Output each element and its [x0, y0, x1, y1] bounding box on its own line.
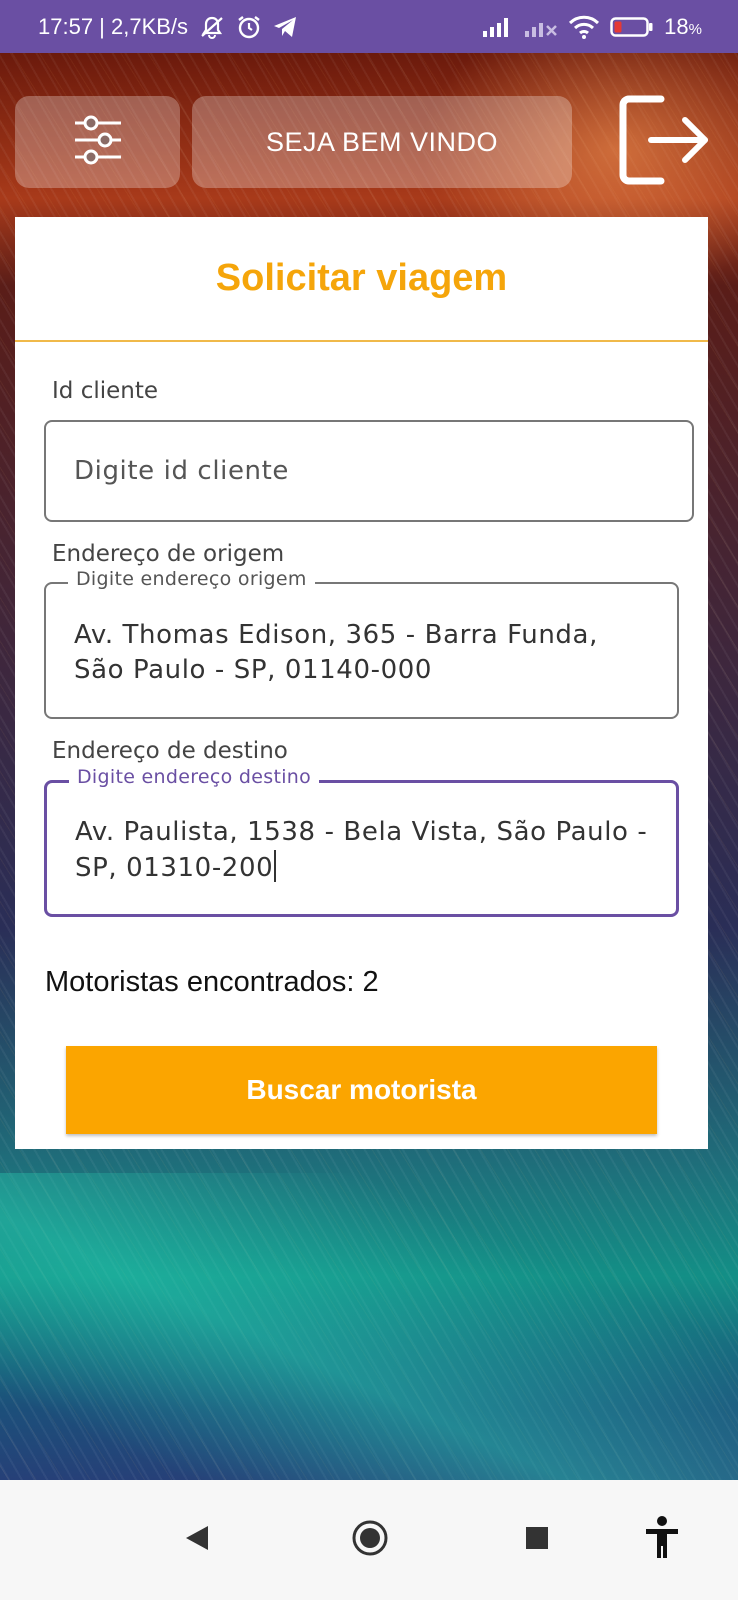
home-button[interactable] [340, 1480, 400, 1600]
filter-menu-button[interactable] [15, 96, 180, 188]
recents-icon [524, 1525, 550, 1555]
welcome-label: SEJA BEM VINDO [265, 126, 499, 157]
welcome-banner: SEJA BEM VINDO [192, 96, 572, 188]
alarm-icon [236, 14, 262, 40]
search-driver-button[interactable]: Buscar motorista [66, 1046, 657, 1134]
status-right: 18% [482, 14, 702, 40]
battery-low-icon [610, 16, 654, 38]
search-driver-label: Buscar motorista [246, 1074, 477, 1105]
logout-button[interactable] [616, 94, 714, 190]
sliders-icon [71, 115, 125, 169]
wifi-icon [568, 15, 600, 39]
origin-label: Endereço de origem [52, 541, 285, 567]
destination-floating-label: Digite endereço destino [69, 766, 320, 788]
client-id-label: Id cliente [52, 378, 159, 404]
battery-percent: 18% [664, 14, 702, 40]
destination-address-text: Av. Paulista, 1538 - Bela Vista, São Pau… [75, 815, 652, 886]
accessibility-button[interactable] [635, 1480, 689, 1600]
background-glow-bottom [0, 1173, 738, 1510]
status-left: 17:57 | 2,7KB/s [38, 14, 298, 40]
destination-address-input[interactable]: Digite endereço destino Av. Paulista, 15… [44, 766, 679, 917]
signal-icon [482, 16, 514, 38]
accessibility-icon [644, 1516, 680, 1564]
telegram-icon [272, 15, 298, 39]
battery-unit: % [688, 20, 702, 38]
back-icon [184, 1524, 210, 1556]
origin-address-value: Av. Thomas Edison, 365 - Barra Funda, Sã… [74, 620, 598, 685]
signal-nosim-icon [524, 16, 558, 38]
battery-value: 18 [664, 13, 689, 39]
client-id-placeholder: Digite id cliente [74, 456, 290, 486]
back-button[interactable] [170, 1480, 224, 1600]
home-icon [351, 1519, 389, 1561]
client-id-input[interactable]: Digite id cliente [44, 420, 694, 522]
text-cursor [274, 850, 277, 882]
destination-address-value: Av. Paulista, 1538 - Bela Vista, São Pau… [75, 817, 648, 883]
drivers-found-text: Motoristas encontrados: 2 [45, 966, 379, 998]
status-time-speed: 17:57 | 2,7KB/s [38, 13, 189, 39]
destination-label: Endereço de destino [52, 738, 288, 764]
status-bar: 17:57 | 2,7KB/s 18% [0, 0, 738, 53]
origin-address-input[interactable]: Digite endereço origem Av. Thomas Edison… [44, 568, 679, 719]
card-title: Solicitar viagem [15, 217, 708, 342]
mute-bell-icon [198, 15, 226, 39]
navigation-bar [0, 1480, 738, 1600]
origin-floating-label: Digite endereço origem [68, 568, 315, 590]
logout-icon [617, 93, 713, 191]
recents-button[interactable] [510, 1480, 564, 1600]
request-trip-card: Solicitar viagem Id cliente Digite id cl… [15, 217, 708, 1149]
